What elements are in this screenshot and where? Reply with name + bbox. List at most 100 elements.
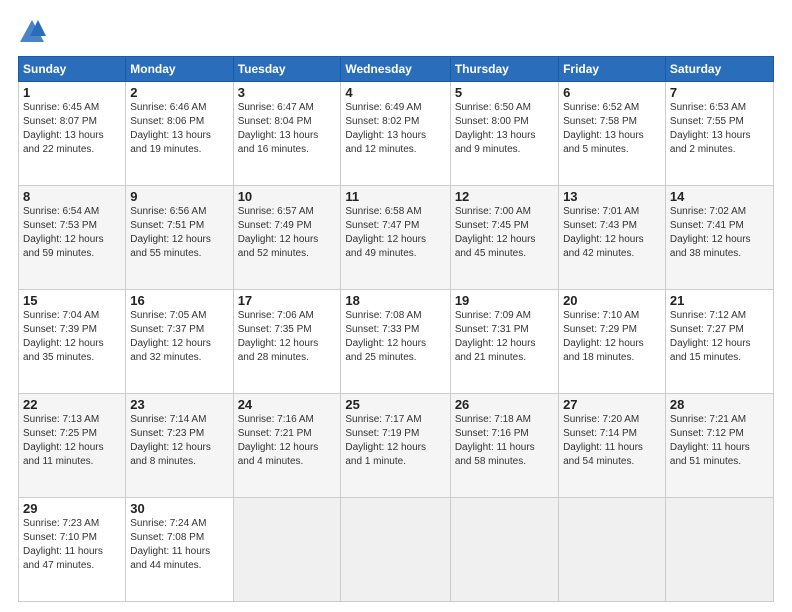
day-number: 8 [23, 189, 121, 204]
day-info: Sunrise: 7:21 AM Sunset: 7:12 PM Dayligh… [670, 413, 769, 469]
day-number: 16 [130, 293, 228, 308]
calendar-row: 22Sunrise: 7:13 AM Sunset: 7:25 PM Dayli… [19, 394, 774, 498]
header-cell-friday: Friday [559, 57, 666, 82]
calendar-cell: 2Sunrise: 6:46 AM Sunset: 8:06 PM Daylig… [126, 82, 233, 186]
day-number: 21 [670, 293, 769, 308]
day-number: 15 [23, 293, 121, 308]
day-info: Sunrise: 6:45 AM Sunset: 8:07 PM Dayligh… [23, 101, 121, 157]
calendar-cell: 8Sunrise: 6:54 AM Sunset: 7:53 PM Daylig… [19, 186, 126, 290]
header-cell-monday: Monday [126, 57, 233, 82]
day-info: Sunrise: 7:00 AM Sunset: 7:45 PM Dayligh… [455, 205, 554, 261]
day-number: 17 [238, 293, 337, 308]
header-cell-sunday: Sunday [19, 57, 126, 82]
day-number: 29 [23, 501, 121, 516]
calendar-cell: 16Sunrise: 7:05 AM Sunset: 7:37 PM Dayli… [126, 290, 233, 394]
day-info: Sunrise: 6:56 AM Sunset: 7:51 PM Dayligh… [130, 205, 228, 261]
day-number: 12 [455, 189, 554, 204]
day-info: Sunrise: 6:54 AM Sunset: 7:53 PM Dayligh… [23, 205, 121, 261]
calendar-cell: 10Sunrise: 6:57 AM Sunset: 7:49 PM Dayli… [233, 186, 341, 290]
calendar-cell: 1Sunrise: 6:45 AM Sunset: 8:07 PM Daylig… [19, 82, 126, 186]
day-info: Sunrise: 7:14 AM Sunset: 7:23 PM Dayligh… [130, 413, 228, 469]
calendar-cell: 15Sunrise: 7:04 AM Sunset: 7:39 PM Dayli… [19, 290, 126, 394]
day-info: Sunrise: 7:04 AM Sunset: 7:39 PM Dayligh… [23, 309, 121, 365]
day-number: 7 [670, 85, 769, 100]
day-number: 2 [130, 85, 228, 100]
day-number: 22 [23, 397, 121, 412]
day-info: Sunrise: 7:01 AM Sunset: 7:43 PM Dayligh… [563, 205, 661, 261]
logo-icon [18, 18, 46, 46]
day-number: 19 [455, 293, 554, 308]
calendar-header: SundayMondayTuesdayWednesdayThursdayFrid… [19, 57, 774, 82]
calendar-cell: 17Sunrise: 7:06 AM Sunset: 7:35 PM Dayli… [233, 290, 341, 394]
calendar-cell: 23Sunrise: 7:14 AM Sunset: 7:23 PM Dayli… [126, 394, 233, 498]
day-info: Sunrise: 7:16 AM Sunset: 7:21 PM Dayligh… [238, 413, 337, 469]
day-number: 23 [130, 397, 228, 412]
day-number: 9 [130, 189, 228, 204]
calendar-cell: 27Sunrise: 7:20 AM Sunset: 7:14 PM Dayli… [559, 394, 666, 498]
page: SundayMondayTuesdayWednesdayThursdayFrid… [0, 0, 792, 612]
calendar-body: 1Sunrise: 6:45 AM Sunset: 8:07 PM Daylig… [19, 82, 774, 602]
day-info: Sunrise: 7:18 AM Sunset: 7:16 PM Dayligh… [455, 413, 554, 469]
calendar-cell: 25Sunrise: 7:17 AM Sunset: 7:19 PM Dayli… [341, 394, 450, 498]
calendar-row: 8Sunrise: 6:54 AM Sunset: 7:53 PM Daylig… [19, 186, 774, 290]
day-info: Sunrise: 6:50 AM Sunset: 8:00 PM Dayligh… [455, 101, 554, 157]
day-info: Sunrise: 6:49 AM Sunset: 8:02 PM Dayligh… [345, 101, 445, 157]
day-number: 11 [345, 189, 445, 204]
calendar-cell: 4Sunrise: 6:49 AM Sunset: 8:02 PM Daylig… [341, 82, 450, 186]
calendar-row: 1Sunrise: 6:45 AM Sunset: 8:07 PM Daylig… [19, 82, 774, 186]
calendar-cell [450, 498, 558, 602]
day-info: Sunrise: 6:57 AM Sunset: 7:49 PM Dayligh… [238, 205, 337, 261]
calendar-cell: 11Sunrise: 6:58 AM Sunset: 7:47 PM Dayli… [341, 186, 450, 290]
day-number: 13 [563, 189, 661, 204]
calendar-row: 15Sunrise: 7:04 AM Sunset: 7:39 PM Dayli… [19, 290, 774, 394]
calendar-cell: 5Sunrise: 6:50 AM Sunset: 8:00 PM Daylig… [450, 82, 558, 186]
day-info: Sunrise: 6:52 AM Sunset: 7:58 PM Dayligh… [563, 101, 661, 157]
day-number: 10 [238, 189, 337, 204]
day-info: Sunrise: 6:58 AM Sunset: 7:47 PM Dayligh… [345, 205, 445, 261]
day-info: Sunrise: 7:02 AM Sunset: 7:41 PM Dayligh… [670, 205, 769, 261]
calendar-cell: 7Sunrise: 6:53 AM Sunset: 7:55 PM Daylig… [665, 82, 773, 186]
calendar-cell: 12Sunrise: 7:00 AM Sunset: 7:45 PM Dayli… [450, 186, 558, 290]
day-info: Sunrise: 7:08 AM Sunset: 7:33 PM Dayligh… [345, 309, 445, 365]
day-info: Sunrise: 6:53 AM Sunset: 7:55 PM Dayligh… [670, 101, 769, 157]
calendar-cell: 3Sunrise: 6:47 AM Sunset: 8:04 PM Daylig… [233, 82, 341, 186]
day-info: Sunrise: 7:06 AM Sunset: 7:35 PM Dayligh… [238, 309, 337, 365]
day-info: Sunrise: 7:12 AM Sunset: 7:27 PM Dayligh… [670, 309, 769, 365]
day-number: 30 [130, 501, 228, 516]
calendar-cell [341, 498, 450, 602]
calendar-cell [559, 498, 666, 602]
calendar-cell: 13Sunrise: 7:01 AM Sunset: 7:43 PM Dayli… [559, 186, 666, 290]
calendar-row: 29Sunrise: 7:23 AM Sunset: 7:10 PM Dayli… [19, 498, 774, 602]
day-number: 14 [670, 189, 769, 204]
day-number: 20 [563, 293, 661, 308]
calendar-cell: 6Sunrise: 6:52 AM Sunset: 7:58 PM Daylig… [559, 82, 666, 186]
calendar-table: SundayMondayTuesdayWednesdayThursdayFrid… [18, 56, 774, 602]
day-number: 3 [238, 85, 337, 100]
day-info: Sunrise: 7:05 AM Sunset: 7:37 PM Dayligh… [130, 309, 228, 365]
day-info: Sunrise: 7:20 AM Sunset: 7:14 PM Dayligh… [563, 413, 661, 469]
day-number: 18 [345, 293, 445, 308]
day-info: Sunrise: 7:17 AM Sunset: 7:19 PM Dayligh… [345, 413, 445, 469]
day-info: Sunrise: 7:09 AM Sunset: 7:31 PM Dayligh… [455, 309, 554, 365]
day-info: Sunrise: 7:13 AM Sunset: 7:25 PM Dayligh… [23, 413, 121, 469]
day-number: 24 [238, 397, 337, 412]
header-row: SundayMondayTuesdayWednesdayThursdayFrid… [19, 57, 774, 82]
day-info: Sunrise: 7:24 AM Sunset: 7:08 PM Dayligh… [130, 517, 228, 573]
header [18, 18, 774, 46]
day-number: 28 [670, 397, 769, 412]
calendar-cell [233, 498, 341, 602]
day-number: 5 [455, 85, 554, 100]
day-number: 27 [563, 397, 661, 412]
header-cell-saturday: Saturday [665, 57, 773, 82]
day-number: 1 [23, 85, 121, 100]
day-number: 26 [455, 397, 554, 412]
day-number: 6 [563, 85, 661, 100]
day-info: Sunrise: 7:10 AM Sunset: 7:29 PM Dayligh… [563, 309, 661, 365]
header-cell-thursday: Thursday [450, 57, 558, 82]
calendar-cell: 20Sunrise: 7:10 AM Sunset: 7:29 PM Dayli… [559, 290, 666, 394]
calendar-cell: 26Sunrise: 7:18 AM Sunset: 7:16 PM Dayli… [450, 394, 558, 498]
calendar-cell: 9Sunrise: 6:56 AM Sunset: 7:51 PM Daylig… [126, 186, 233, 290]
header-cell-wednesday: Wednesday [341, 57, 450, 82]
calendar-cell: 30Sunrise: 7:24 AM Sunset: 7:08 PM Dayli… [126, 498, 233, 602]
calendar-cell: 14Sunrise: 7:02 AM Sunset: 7:41 PM Dayli… [665, 186, 773, 290]
